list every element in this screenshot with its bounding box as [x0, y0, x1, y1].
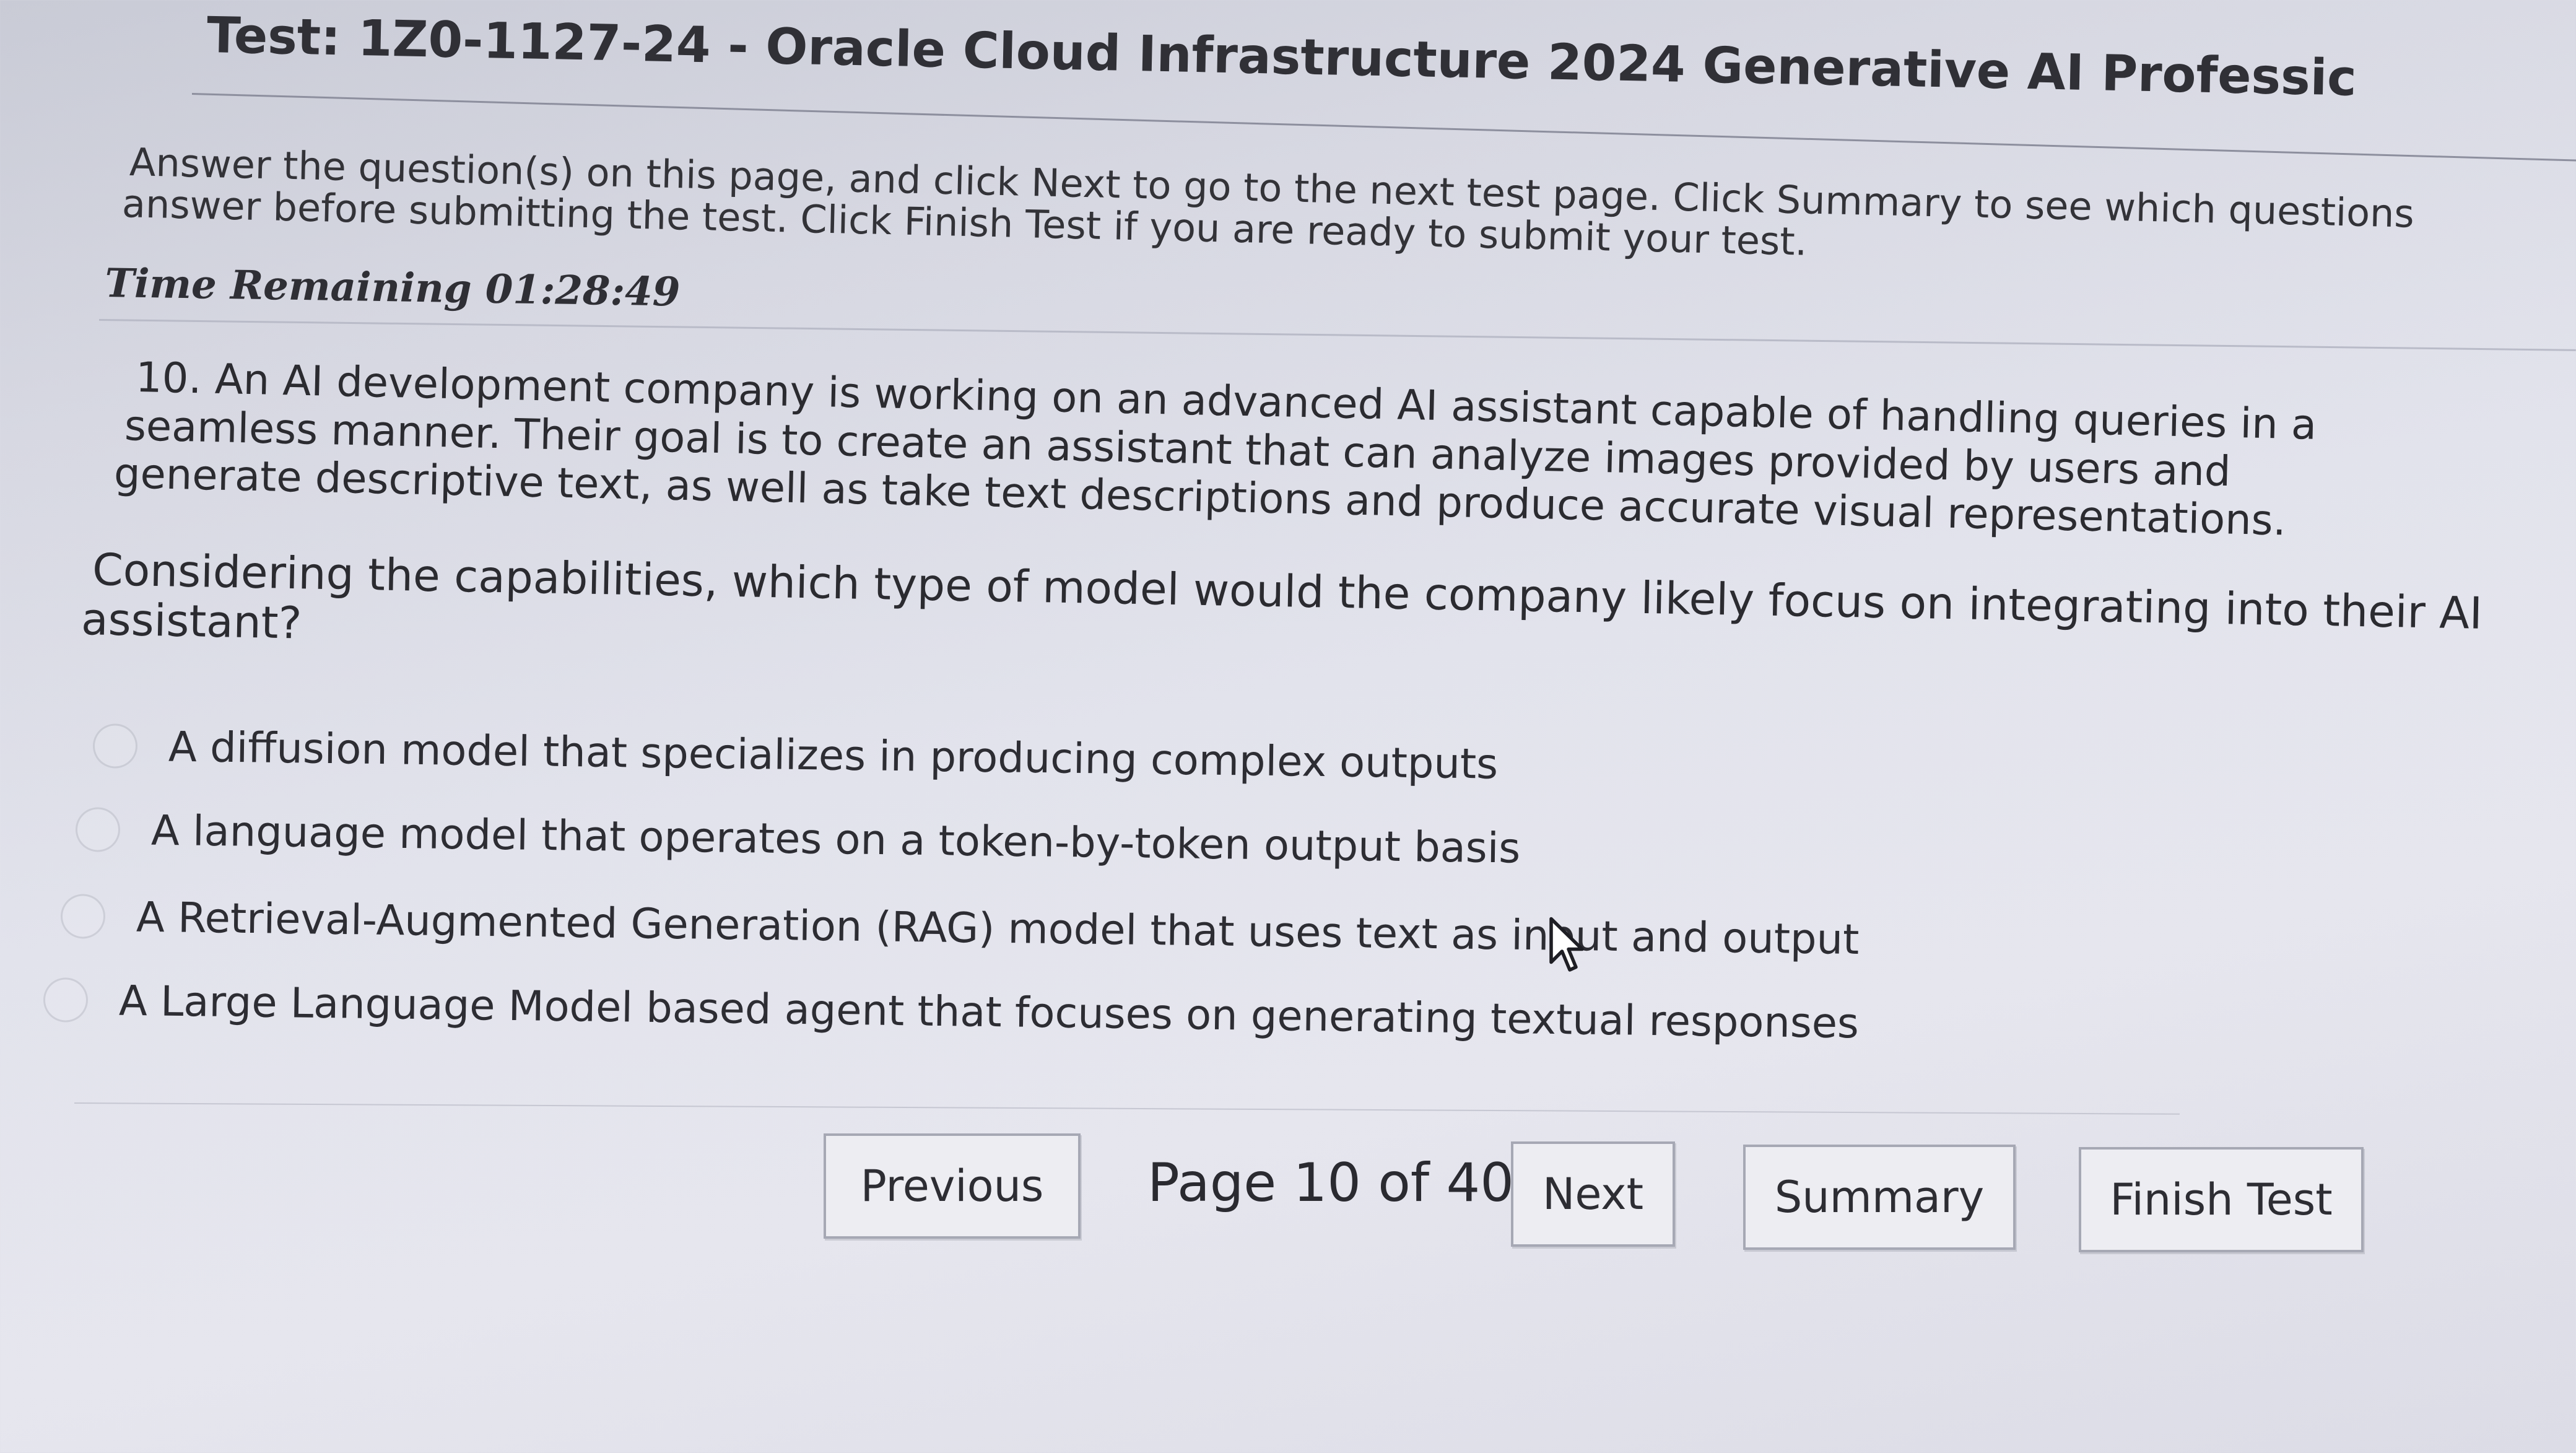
test-title: Test: 1Z0-1127-24 - Oracle Cloud Infrast…: [206, 6, 2357, 107]
time-remaining: Time Remaining 01:28:49: [104, 260, 681, 316]
page-indicator: Page 10 of 40: [1147, 1152, 1514, 1214]
navigation-divider: [74, 1102, 2180, 1115]
radio-button[interactable]: [60, 894, 106, 939]
answer-option-1[interactable]: A diffusion model that specializes in pr…: [92, 722, 1499, 788]
radio-button[interactable]: [43, 977, 89, 1023]
radio-button[interactable]: [75, 807, 121, 852]
previous-button[interactable]: Previous: [824, 1133, 1081, 1239]
answer-option-4[interactable]: A Large Language Model based agent that …: [43, 975, 1859, 1047]
answer-option-3[interactable]: A Retrieval-Augmented Generation (RAG) m…: [60, 892, 1860, 964]
answer-option-label: A Large Language Model based agent that …: [118, 976, 1860, 1048]
next-button[interactable]: Next: [1511, 1141, 1675, 1247]
answer-option-label: A diffusion model that specializes in pr…: [168, 722, 1499, 788]
answer-option-label: A language model that operates on a toke…: [150, 806, 1521, 873]
question-prompt-line-1: Considering the capabilities, which type…: [92, 544, 2483, 639]
mouse-pointer-icon: [1549, 917, 1584, 972]
summary-button[interactable]: Summary: [1743, 1145, 2016, 1250]
radio-button[interactable]: [92, 723, 138, 769]
finish-test-button[interactable]: Finish Test: [2079, 1147, 2364, 1252]
timer-divider: [98, 319, 2576, 351]
answer-option-2[interactable]: A language model that operates on a toke…: [75, 805, 1521, 873]
answer-option-label: A Retrieval-Augmented Generation (RAG) m…: [136, 892, 1860, 964]
question-prompt-line-2: assistant?: [80, 593, 303, 649]
